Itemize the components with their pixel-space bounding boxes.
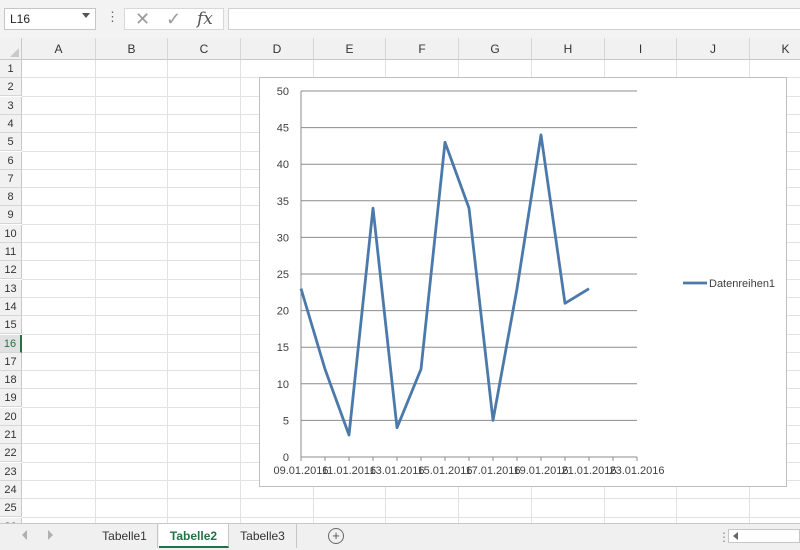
row-header[interactable]: 10 <box>0 225 22 243</box>
x-tick-label: 11.01.2016 <box>322 465 376 477</box>
row-header[interactable]: 20 <box>0 408 22 426</box>
row-header[interactable]: 5 <box>0 133 22 151</box>
row-header[interactable]: 12 <box>0 261 22 279</box>
column-header[interactable]: G <box>459 38 532 60</box>
y-tick-label: 45 <box>277 123 289 135</box>
name-box-value: L16 <box>10 12 30 26</box>
row-header[interactable]: 21 <box>0 426 22 444</box>
y-tick-label: 10 <box>277 379 289 391</box>
column-gridline <box>167 60 168 530</box>
row-header[interactable]: 4 <box>0 115 22 133</box>
more-options-icon[interactable]: ⋮ <box>106 10 119 24</box>
column-header[interactable]: F <box>386 38 459 60</box>
select-all-corner[interactable] <box>0 38 22 60</box>
cancel-icon[interactable]: ✕ <box>135 9 150 29</box>
sheet-tab-bar: Tabelle1Tabelle2Tabelle3 + ⋮ <box>0 523 800 550</box>
row-header[interactable]: 8 <box>0 188 22 206</box>
sheet-tab-tabelle2[interactable]: Tabelle2 <box>159 524 229 548</box>
row-gridline <box>22 498 800 499</box>
series-line-datenreihen1 <box>301 135 589 435</box>
row-header[interactable]: 19 <box>0 389 22 407</box>
scroll-tabs-left-icon[interactable] <box>22 530 27 540</box>
horizontal-scrollbar[interactable] <box>728 529 800 543</box>
column-header[interactable]: C <box>168 38 241 60</box>
y-tick-label: 40 <box>277 159 289 171</box>
row-header[interactable]: 25 <box>0 499 22 517</box>
y-tick-label: 30 <box>277 232 289 244</box>
row-header[interactable]: 2 <box>0 78 22 96</box>
row-header[interactable]: 9 <box>0 206 22 224</box>
row-header[interactable]: 15 <box>0 316 22 334</box>
column-header[interactable]: B <box>96 38 168 60</box>
enter-icon[interactable]: ✓ <box>166 9 181 29</box>
name-box[interactable]: L16 <box>4 8 96 30</box>
row-gridline <box>22 517 800 518</box>
row-header[interactable]: 24 <box>0 481 22 499</box>
y-tick-label: 15 <box>277 342 289 354</box>
column-header[interactable]: K <box>750 38 800 60</box>
row-header[interactable]: 11 <box>0 243 22 261</box>
x-tick-label: 09.01.2016 <box>273 465 328 477</box>
y-tick-label: 5 <box>283 415 289 427</box>
y-tick-label: 35 <box>277 196 289 208</box>
scroll-left-icon[interactable] <box>733 532 738 540</box>
row-header[interactable]: 17 <box>0 353 22 371</box>
x-tick-label: 21.01.2016 <box>561 465 616 477</box>
sheet-tab-tabelle3[interactable]: Tabelle3 <box>229 524 297 548</box>
row-header[interactable]: 16 <box>0 335 22 353</box>
column-header[interactable]: I <box>605 38 677 60</box>
row-header[interactable]: 1 <box>0 60 22 78</box>
row-header[interactable]: 3 <box>0 97 22 115</box>
row-header[interactable]: 7 <box>0 170 22 188</box>
y-tick-label: 25 <box>277 269 289 281</box>
y-tick-label: 0 <box>283 452 289 464</box>
formula-input[interactable] <box>228 8 800 30</box>
add-sheet-button[interactable]: + <box>328 528 344 544</box>
row-header[interactable]: 23 <box>0 463 22 481</box>
line-chart[interactable]: 0 5 10 15 20 25 30 35 40 45 50 09.01.201611.01.2016… <box>259 77 787 487</box>
column-header[interactable]: J <box>677 38 750 60</box>
row-header[interactable]: 6 <box>0 152 22 170</box>
column-header[interactable]: H <box>532 38 605 60</box>
y-tick-label: 20 <box>277 306 289 318</box>
x-tick-label: 23.01.2016 <box>609 465 664 477</box>
x-tick-label: 15.01.2016 <box>417 465 472 477</box>
sheet-tab-tabelle1[interactable]: Tabelle1 <box>92 524 158 548</box>
x-tick-label: 17.01.2016 <box>465 465 520 477</box>
column-header[interactable]: D <box>241 38 314 60</box>
chart-canvas: 0 5 10 15 20 25 30 35 40 45 50 09.01.201611.01.2016… <box>260 78 788 488</box>
row-header[interactable]: 22 <box>0 444 22 462</box>
legend-label-datenreihen1: Datenreihen1 <box>709 278 775 290</box>
column-header[interactable]: A <box>22 38 96 60</box>
formula-bar: L16 ⋮ ✕ ✓ fx <box>0 0 800 39</box>
x-tick-label: 13.01.2016 <box>369 465 424 477</box>
name-box-dropdown-icon[interactable] <box>82 13 90 18</box>
column-gridline <box>240 60 241 530</box>
scroll-tabs-right-icon[interactable] <box>48 530 53 540</box>
y-tick-label: 50 <box>277 86 289 98</box>
column-gridline <box>95 60 96 530</box>
row-header[interactable]: 18 <box>0 371 22 389</box>
formula-buttons: ✕ ✓ fx <box>124 8 224 30</box>
row-header[interactable]: 14 <box>0 298 22 316</box>
insert-function-icon[interactable]: fx <box>197 9 213 29</box>
column-header[interactable]: E <box>314 38 386 60</box>
x-tick-label: 19.01.2016 <box>513 465 568 477</box>
row-header[interactable]: 13 <box>0 280 22 298</box>
